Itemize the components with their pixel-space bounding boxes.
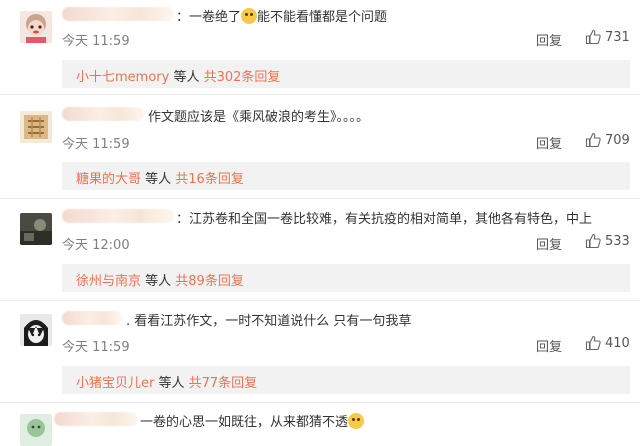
reply-button[interactable]: 回复 bbox=[536, 30, 562, 49]
comment-text: 一卷的心思一如既往，从来都猜不透 bbox=[140, 411, 365, 430]
like-button[interactable]: 731 bbox=[585, 29, 630, 45]
reply-count-link[interactable]: 共89条回复 bbox=[175, 274, 244, 289]
reply-user-link[interactable]: 小猪宝贝儿er bbox=[76, 376, 154, 391]
reply-others-label: 等人 bbox=[169, 70, 204, 85]
smiley-emoji-icon bbox=[241, 8, 258, 24]
reply-summary[interactable]: 小猪宝贝儿er 等人 共77条回复 bbox=[62, 366, 630, 394]
avatar[interactable] bbox=[20, 414, 52, 446]
avatar[interactable] bbox=[20, 314, 52, 346]
comment-text-part: 能不能看懂都是个问题 bbox=[257, 10, 388, 25]
avatar[interactable] bbox=[20, 213, 52, 245]
like-count: 709 bbox=[605, 132, 630, 148]
comment-text-part: ：一卷绝了 bbox=[176, 10, 242, 25]
reply-count-link[interactable]: 共77条回复 bbox=[189, 376, 258, 391]
divider bbox=[0, 94, 640, 95]
reply-count-link[interactable]: 共302条回复 bbox=[204, 70, 281, 85]
reply-user-link[interactable]: 小十七memory bbox=[76, 70, 169, 85]
reply-others-label: 等人 bbox=[141, 274, 176, 289]
reply-button[interactable]: 回复 bbox=[536, 336, 562, 355]
thumbs-up-icon bbox=[585, 132, 601, 148]
reply-user-link[interactable]: 糖果的大哥 bbox=[76, 172, 141, 187]
laughing-emoji-icon bbox=[348, 413, 365, 429]
avatar[interactable] bbox=[20, 11, 52, 43]
reply-count-link[interactable]: 共16条回复 bbox=[175, 172, 244, 187]
thumbs-up-icon bbox=[585, 233, 601, 249]
like-count: 731 bbox=[605, 29, 630, 45]
divider bbox=[0, 300, 640, 301]
username-blurred[interactable] bbox=[62, 311, 122, 325]
reply-button[interactable]: 回复 bbox=[536, 234, 562, 253]
username-blurred[interactable] bbox=[62, 107, 144, 121]
timestamp: 今天 11:59 bbox=[62, 340, 130, 355]
like-count: 410 bbox=[605, 335, 630, 351]
comment-text: ：一卷绝了 能不能看懂都是个问题 bbox=[176, 6, 387, 25]
reply-others-label: 等人 bbox=[154, 376, 189, 391]
comment-text: . 看看江苏作文，一时不知道说什么 只有一句我草 bbox=[126, 314, 412, 329]
reply-others-label: 等人 bbox=[141, 172, 176, 187]
username-blurred[interactable] bbox=[54, 412, 138, 426]
reply-user-link[interactable]: 徐州与南京 bbox=[76, 274, 141, 289]
like-button[interactable]: 533 bbox=[585, 233, 630, 249]
timestamp: 今天 11:59 bbox=[62, 34, 130, 49]
comment-text-part: 一卷的心思一如既往，从来都猜不透 bbox=[140, 415, 349, 430]
like-count: 533 bbox=[605, 233, 630, 249]
thumbs-up-icon bbox=[585, 335, 601, 351]
like-button[interactable]: 709 bbox=[585, 132, 630, 148]
comment-text: ：江苏卷和全国一卷比较难，有关抗疫的相对简单，其他各有特色，中上 bbox=[176, 212, 593, 227]
like-button[interactable]: 410 bbox=[585, 335, 630, 351]
thumbs-up-icon bbox=[585, 29, 601, 45]
reply-button[interactable]: 回复 bbox=[536, 133, 562, 152]
divider bbox=[0, 198, 640, 199]
avatar[interactable] bbox=[20, 111, 52, 143]
reply-summary[interactable]: 小十七memory 等人 共302条回复 bbox=[62, 60, 630, 88]
comment-text: 作文题应该是《乘风破浪的考生》。。。。 bbox=[148, 110, 370, 125]
reply-summary[interactable]: 糖果的大哥 等人 共16条回复 bbox=[62, 162, 630, 190]
reply-summary[interactable]: 徐州与南京 等人 共89条回复 bbox=[62, 264, 630, 292]
username-blurred[interactable] bbox=[62, 7, 174, 21]
divider bbox=[0, 402, 640, 403]
username-blurred[interactable] bbox=[62, 209, 174, 223]
timestamp: 今天 11:59 bbox=[62, 137, 130, 152]
timestamp: 今天 12:00 bbox=[62, 238, 130, 253]
